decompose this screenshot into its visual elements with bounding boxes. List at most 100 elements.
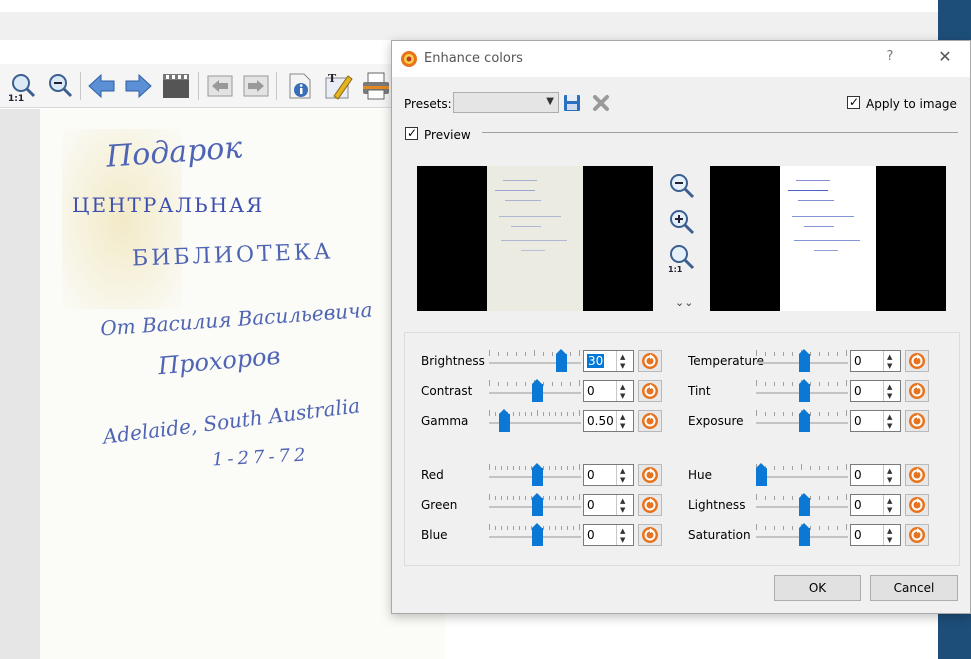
slider-thumb[interactable] <box>499 409 511 432</box>
spin-down-icon[interactable]: ▼ <box>620 476 625 484</box>
zoom-out-icon[interactable] <box>667 171 697 201</box>
help-button[interactable]: ? <box>876 49 904 69</box>
spin-up-icon[interactable]: ▲ <box>620 383 625 391</box>
spinbox-value[interactable]: 0 <box>854 528 862 542</box>
spinbox-value[interactable]: 0.50 <box>587 414 614 428</box>
presets-dropdown[interactable]: ▼ <box>453 92 559 113</box>
spin-arrows[interactable]: ▲ ▼ <box>883 495 900 515</box>
reset-value-icon[interactable] <box>905 350 929 372</box>
slider-thumb[interactable] <box>532 493 543 516</box>
spin-down-icon[interactable]: ▼ <box>887 476 892 484</box>
next-arrow-icon[interactable] <box>122 70 154 102</box>
spin-arrows[interactable]: ▲ ▼ <box>883 351 900 371</box>
reset-value-icon[interactable] <box>905 464 929 486</box>
ok-button[interactable]: OK <box>774 575 861 601</box>
spin-up-icon[interactable]: ▲ <box>887 413 892 421</box>
reset-value-icon[interactable] <box>638 380 662 402</box>
slider-thumb[interactable] <box>556 349 568 372</box>
spinbox-value[interactable]: 0 <box>587 384 595 398</box>
slider-thumb[interactable] <box>799 349 810 372</box>
spin-down-icon[interactable]: ▼ <box>620 422 625 430</box>
spinbox-value[interactable]: 0 <box>854 354 862 368</box>
spinbox-value[interactable]: 0 <box>587 498 595 512</box>
value-spinbox[interactable]: 0 ▲ ▼ <box>850 494 901 516</box>
spin-up-icon[interactable]: ▲ <box>887 467 892 475</box>
spinbox-value[interactable]: 0 <box>854 384 862 398</box>
spin-arrows[interactable]: ▲ ▼ <box>883 465 900 485</box>
spin-arrows[interactable]: ▲ ▼ <box>616 495 633 515</box>
value-spinbox[interactable]: 0.50 ▲ ▼ <box>583 410 634 432</box>
spin-up-icon[interactable]: ▲ <box>620 527 625 535</box>
slider-thumb[interactable] <box>532 463 543 486</box>
spin-down-icon[interactable]: ▼ <box>887 536 892 544</box>
spinbox-value[interactable]: 30 <box>587 354 605 368</box>
spin-arrows[interactable]: ▲ ▼ <box>616 465 633 485</box>
spin-up-icon[interactable]: ▲ <box>620 413 625 421</box>
reset-value-icon[interactable] <box>905 380 929 402</box>
spin-arrows[interactable]: ▲ ▼ <box>883 381 900 401</box>
reset-value-icon[interactable] <box>905 524 929 546</box>
slideshow-icon[interactable] <box>160 70 192 102</box>
slider-thumb[interactable] <box>799 493 810 516</box>
spin-up-icon[interactable]: ▲ <box>620 467 625 475</box>
print-icon[interactable] <box>360 70 392 102</box>
spinbox-value[interactable]: 0 <box>587 528 595 542</box>
spin-down-icon[interactable]: ▼ <box>887 422 892 430</box>
spin-down-icon[interactable]: ▼ <box>620 536 625 544</box>
image-info-icon[interactable] <box>284 70 316 102</box>
spin-arrows[interactable]: ▲ ▼ <box>616 411 633 431</box>
reset-value-icon[interactable] <box>905 410 929 432</box>
reset-value-icon[interactable] <box>905 494 929 516</box>
value-spinbox[interactable]: 0 ▲ ▼ <box>850 524 901 546</box>
spinbox-value[interactable]: 0 <box>854 498 862 512</box>
reset-value-icon[interactable] <box>638 524 662 546</box>
spin-up-icon[interactable]: ▲ <box>887 497 892 505</box>
next-page-icon[interactable] <box>240 70 272 102</box>
spin-down-icon[interactable]: ▼ <box>620 506 625 514</box>
spin-down-icon[interactable]: ▼ <box>887 362 892 370</box>
slider-thumb[interactable] <box>799 409 810 432</box>
value-spinbox[interactable]: 0 ▲ ▼ <box>583 380 634 402</box>
expand-options-icon[interactable]: ⌄⌄ <box>675 296 693 309</box>
value-spinbox[interactable]: 0 ▲ ▼ <box>583 494 634 516</box>
spin-down-icon[interactable]: ▼ <box>620 362 625 370</box>
zoom-actual-size-icon[interactable]: 1:1 <box>6 70 38 104</box>
spin-up-icon[interactable]: ▲ <box>620 497 625 505</box>
previous-arrow-icon[interactable] <box>86 70 118 102</box>
reset-value-icon[interactable] <box>638 464 662 486</box>
reset-value-icon[interactable] <box>638 494 662 516</box>
slider-track[interactable] <box>756 476 848 478</box>
spin-down-icon[interactable]: ▼ <box>887 392 892 400</box>
zoom-in-icon[interactable] <box>667 207 697 237</box>
previous-page-icon[interactable] <box>204 70 236 102</box>
spin-arrows[interactable]: ▲ ▼ <box>616 381 633 401</box>
zoom-out-icon[interactable] <box>44 70 76 102</box>
slider-thumb[interactable] <box>799 379 810 402</box>
spin-up-icon[interactable]: ▲ <box>887 383 892 391</box>
slider-thumb[interactable] <box>532 379 543 402</box>
cancel-button[interactable]: Cancel <box>870 575 958 601</box>
spin-up-icon[interactable]: ▲ <box>620 353 625 361</box>
slider-thumb[interactable] <box>799 523 810 546</box>
value-spinbox[interactable]: 0 ▲ ▼ <box>850 464 901 486</box>
save-preset-icon[interactable] <box>563 94 581 112</box>
spin-down-icon[interactable]: ▼ <box>887 506 892 514</box>
spin-down-icon[interactable]: ▼ <box>620 392 625 400</box>
edit-text-icon[interactable]: T <box>322 70 354 102</box>
spinbox-value[interactable]: 0 <box>854 414 862 428</box>
value-spinbox[interactable]: 0 ▲ ▼ <box>583 524 634 546</box>
value-spinbox[interactable]: 0 ▲ ▼ <box>850 350 901 372</box>
preview-checkbox[interactable]: ✓ <box>405 126 418 140</box>
value-spinbox[interactable]: 30 ▲ ▼ <box>583 350 634 372</box>
close-button[interactable]: ✕ <box>928 47 962 71</box>
value-spinbox[interactable]: 0 ▲ ▼ <box>850 410 901 432</box>
spin-arrows[interactable]: ▲ ▼ <box>883 525 900 545</box>
delete-preset-icon[interactable] <box>592 94 610 112</box>
zoom-actual-size-icon[interactable]: 1:1 <box>667 243 697 274</box>
reset-value-icon[interactable] <box>638 410 662 432</box>
value-spinbox[interactable]: 0 ▲ ▼ <box>583 464 634 486</box>
spinbox-value[interactable]: 0 <box>587 468 595 482</box>
spin-up-icon[interactable]: ▲ <box>887 527 892 535</box>
spin-arrows[interactable]: ▲ ▼ <box>616 351 633 371</box>
spinbox-value[interactable]: 0 <box>854 468 862 482</box>
